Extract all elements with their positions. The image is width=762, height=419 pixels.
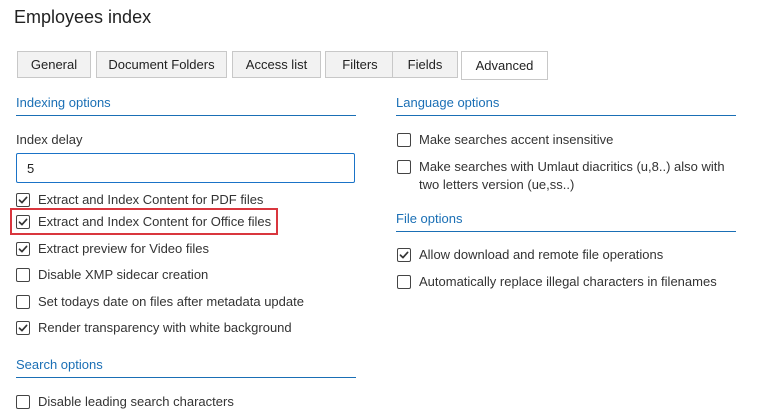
set-todays-date-checkbox[interactable]	[16, 295, 30, 309]
check-mark-icon	[18, 324, 28, 332]
disable-xmp-checkbox[interactable]	[16, 268, 30, 282]
page-title: Employees index	[14, 7, 152, 27]
tab-fields[interactable]: Fields	[392, 51, 458, 78]
check-mark-icon	[18, 245, 28, 253]
option-replace-illegal-chars[interactable]: Automatically replace illegal characters…	[397, 273, 717, 291]
index-delay-label: Index delay	[16, 132, 83, 147]
section-header-language: Language options	[396, 95, 736, 116]
tab-filters[interactable]: Filters	[325, 51, 395, 78]
replace-illegal-chars-checkbox[interactable]	[397, 275, 411, 289]
section-header-file: File options	[396, 211, 736, 232]
disable-leading-search-checkbox[interactable]	[16, 395, 30, 409]
office-content-label: Extract and Index Content for Office fil…	[38, 214, 272, 229]
option-disable-xmp[interactable]: Disable XMP sidecar creation	[16, 266, 208, 284]
accent-insensitive-label: Make searches accent insensitive	[419, 132, 614, 147]
umlaut-diacritics-checkbox[interactable]	[397, 160, 411, 174]
render-transparency-label: Render transparency with white backgroun…	[38, 320, 292, 335]
check-mark-icon	[18, 196, 28, 204]
pdf-content-label: Extract and Index Content for PDF files	[38, 192, 264, 207]
tab-advanced[interactable]: Advanced	[461, 51, 548, 80]
tab-access-list[interactable]: Access list	[232, 51, 321, 78]
render-transparency-checkbox[interactable]	[16, 321, 30, 335]
index-delay-input[interactable]	[16, 153, 355, 183]
replace-illegal-chars-label: Automatically replace illegal characters…	[419, 274, 717, 289]
tab-general[interactable]: General	[17, 51, 91, 78]
set-todays-date-label: Set todays date on files after metadata …	[38, 294, 304, 309]
option-office-content[interactable]: Extract and Index Content for Office fil…	[16, 213, 271, 231]
option-disable-leading-search[interactable]: Disable leading search characters	[16, 393, 234, 411]
option-umlaut-diacritics[interactable]: Make searches with Umlaut diacritics (u,…	[397, 158, 737, 194]
tab-document-folders[interactable]: Document Folders	[96, 51, 227, 78]
umlaut-diacritics-label: Make searches with Umlaut diacritics (u,…	[419, 159, 725, 192]
option-allow-download[interactable]: Allow download and remote file operation…	[397, 246, 663, 264]
video-preview-checkbox[interactable]	[16, 242, 30, 256]
option-video-preview[interactable]: Extract preview for Video files	[16, 240, 209, 258]
accent-insensitive-checkbox[interactable]	[397, 133, 411, 147]
check-mark-icon	[399, 251, 409, 259]
section-header-indexing: Indexing options	[16, 95, 356, 116]
option-set-todays-date[interactable]: Set todays date on files after metadata …	[16, 293, 304, 311]
section-header-search: Search options	[16, 357, 356, 378]
check-mark-icon	[18, 218, 28, 226]
option-accent-insensitive[interactable]: Make searches accent insensitive	[397, 131, 613, 149]
pdf-content-checkbox[interactable]	[16, 193, 30, 207]
option-render-transparency[interactable]: Render transparency with white backgroun…	[16, 319, 292, 337]
office-content-checkbox[interactable]	[16, 215, 30, 229]
option-pdf-content[interactable]: Extract and Index Content for PDF files	[16, 191, 263, 209]
allow-download-label: Allow download and remote file operation…	[419, 247, 664, 262]
disable-xmp-label: Disable XMP sidecar creation	[38, 267, 209, 282]
video-preview-label: Extract preview for Video files	[38, 241, 209, 256]
disable-leading-search-label: Disable leading search characters	[38, 394, 234, 409]
allow-download-checkbox[interactable]	[397, 248, 411, 262]
